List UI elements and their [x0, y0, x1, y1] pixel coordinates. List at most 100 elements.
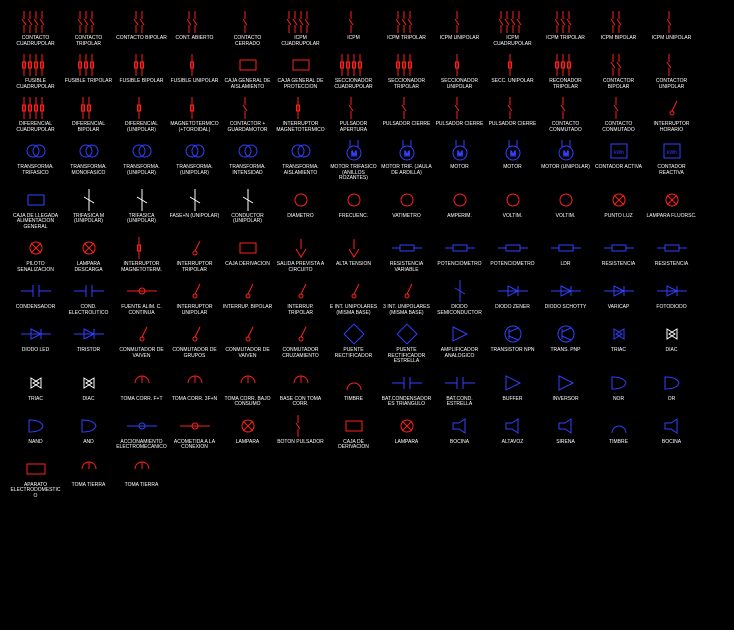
interruptor-unipolar-icon [175, 279, 215, 303]
symbol-label: ICPM Tripolar [546, 36, 585, 42]
symbol-label: Diodo Semiconductor [434, 305, 485, 316]
symbol-toma-tierra-2: Toma Tierra [116, 457, 167, 500]
symbol-fusible-cuadrupolar: Fusible Cuadrupolar [10, 53, 61, 90]
symbol-conmutador-vaiven-2: Conmutador de Vaiven [222, 322, 273, 365]
symbol-interruptor-tripolar: Interruptor Tripolar [169, 236, 220, 273]
symbol-motor-unipolar: MMotor (Unipolar) [540, 139, 591, 182]
bocina-2-icon [652, 414, 692, 438]
symbol-contacto-bipolar: Contacto Bipolar [116, 10, 167, 47]
symbol-label: Bat.Condensadores Triangulo [381, 397, 432, 408]
symbol-label: Interrup. Tripolar [275, 305, 326, 316]
symbol-label: 3 Int. Unipolares (Misma Base) [381, 305, 432, 316]
symbol-label: Amplificador Analogico [434, 348, 485, 359]
symbol-label: Motor Trif. (Jaula de Ardilla) [381, 165, 432, 176]
symbol-label: Contacto Tripolar [63, 36, 114, 47]
icpm-1-icon [334, 10, 374, 34]
symbol-nand: NAND [10, 414, 61, 451]
transforma-unipolar-icon [122, 139, 162, 163]
motor-trifasico-anillos-icon: M [334, 139, 374, 163]
svg-text:M: M [351, 151, 357, 158]
symbol-resistencia-variable: Resistencia Variable [381, 236, 432, 273]
toma-corr-bajo-consumo-icon [228, 371, 268, 395]
symbol-nor: NOR [593, 371, 644, 408]
magnetotermico-toroidal-icon [175, 96, 215, 120]
symbol-label: Potenciometro [437, 262, 481, 268]
symbol-label: Cont. Abierto [176, 36, 214, 42]
symbol-reconador-tripolar: Reconador Tripolar [540, 53, 591, 90]
symbol-caja-derivacion: Caja Derivacion [222, 236, 273, 273]
symbol-label: Sirena [556, 440, 575, 446]
boton-pulsador-icon [281, 414, 321, 438]
symbol-toma-corr-3ft: Toma Corr. 3F+N [169, 371, 220, 408]
reconador-tripolar-icon [546, 53, 586, 77]
voltim-icon [493, 188, 533, 212]
sirena-icon [546, 414, 586, 438]
symbol-acometida-conexion: Acometida a la Conexion [169, 414, 220, 451]
symbol-base-con-toma-corr: Base con Toma Corr. [275, 371, 326, 408]
lampara-2-icon [387, 414, 427, 438]
icpm-tripolar-2-icon [546, 10, 586, 34]
symbol-label: Puente Rectificador [328, 348, 379, 359]
symbol-tiristor: Tiristor [63, 322, 114, 365]
symbol-label: ICPM Unipolar [652, 36, 691, 42]
diodo-schotty-icon [546, 279, 586, 303]
symbol-transforma-aislamiento: Transforma. Aislamiento [275, 139, 326, 182]
ldr-icon [546, 236, 586, 260]
interrup-bipolar-icon [228, 279, 268, 303]
symbol-bocina-2: Bocina [646, 414, 697, 451]
symbol-contactor-unipolar: Contactor Unipolar [646, 53, 697, 90]
symbol-seccionador-tripolar: Seccionador Tripolar [381, 53, 432, 90]
symbol-icpm-cuadrupolar: ICPM Cuadrupolar [275, 10, 326, 47]
caja-general-proteccion-icon [281, 53, 321, 77]
puente-rectificador-estrella-icon [387, 322, 427, 346]
symbol-lampara: Lampara [222, 414, 273, 451]
trifasica-m-unipolar-icon [69, 188, 109, 212]
conmutador-vaiven-2-icon [228, 322, 268, 346]
symbol-label: Fuente Alim. C. Continua [116, 305, 167, 316]
symbol-label: Toma Tierra [125, 483, 159, 489]
symbol-label: Toma Corr. F+T [121, 397, 163, 403]
conmutador-grupos-icon [175, 322, 215, 346]
symbol-e-int-unipolares-1: E Int. Unipolares (Misma Base) [328, 279, 379, 316]
tiristor-icon [69, 322, 109, 346]
symbol-icpm-tripolar-2: ICPM Tripolar [540, 10, 591, 47]
seccionador-cuadrupolar-icon [334, 53, 374, 77]
symbol-aparato-electrodomestico: Aparato Electrodomestico [10, 457, 61, 500]
symbol-label: Transforma. Aislamiento [275, 165, 326, 176]
trans-pnp-icon [546, 322, 586, 346]
symbol-label: Fase+N (Unipolar) [170, 214, 220, 220]
pulsador-apertura-icon [334, 96, 374, 120]
symbol-lampara-descarga: Lampara Descarga [63, 236, 114, 273]
icpm-tripolar-icon [387, 10, 427, 34]
symbol-label: Pulsador Cierre [436, 122, 484, 128]
symbol-label: Diac [83, 397, 95, 403]
symbol-contacto-tripolar: Contacto Tripolar [63, 10, 114, 47]
symbol-pulsador-cierre-3: Pulsador Cierre [487, 96, 538, 133]
symbol-boton-pulsador: Boton Pulsador [275, 414, 326, 451]
contacto-tripolar-icon [69, 10, 109, 34]
symbol-label: Conmutador de Vaiven [116, 348, 167, 359]
inversor-icon [546, 371, 586, 395]
symbol-icpm-tripolar: ICPM Tripolar [381, 10, 432, 47]
symbol-transforma-monofasico: Transforma. Monofasico [63, 139, 114, 182]
symbol-label: Punto Luz [604, 214, 632, 220]
or-icon [652, 371, 692, 395]
pulsador-cierre-2-icon [440, 96, 480, 120]
diodo-semiconductor-icon [440, 279, 480, 303]
symbol-label: Diferencial Bipolar [63, 122, 114, 133]
symbol-label: Salida Prevista a Circuito [275, 262, 326, 273]
symbol-timbre: Timbre [328, 371, 379, 408]
contacto-bipolar-icon [122, 10, 162, 34]
puente-rectificador-icon [334, 322, 374, 346]
symbol-label: Buffer [503, 397, 523, 403]
interruptor-magnetoterm-icon [122, 236, 162, 260]
symbol-contacto-conmutado: Contacto Conmutado [540, 96, 591, 133]
symbol-label: Resistencia Variable [381, 262, 432, 273]
symbol-condensador: Condensador [10, 279, 61, 316]
resistencia-icon [599, 236, 639, 260]
symbol-diametro: Diametro [275, 188, 326, 231]
symbol-trans-pnp: Trans. PNP [540, 322, 591, 365]
symbol-label: Caja General de Proteccion [275, 79, 326, 90]
interrup-tripolar-icon [281, 279, 321, 303]
symbol-trifasica-m-unipolar: Trifasica M (Unipolar) [63, 188, 114, 231]
